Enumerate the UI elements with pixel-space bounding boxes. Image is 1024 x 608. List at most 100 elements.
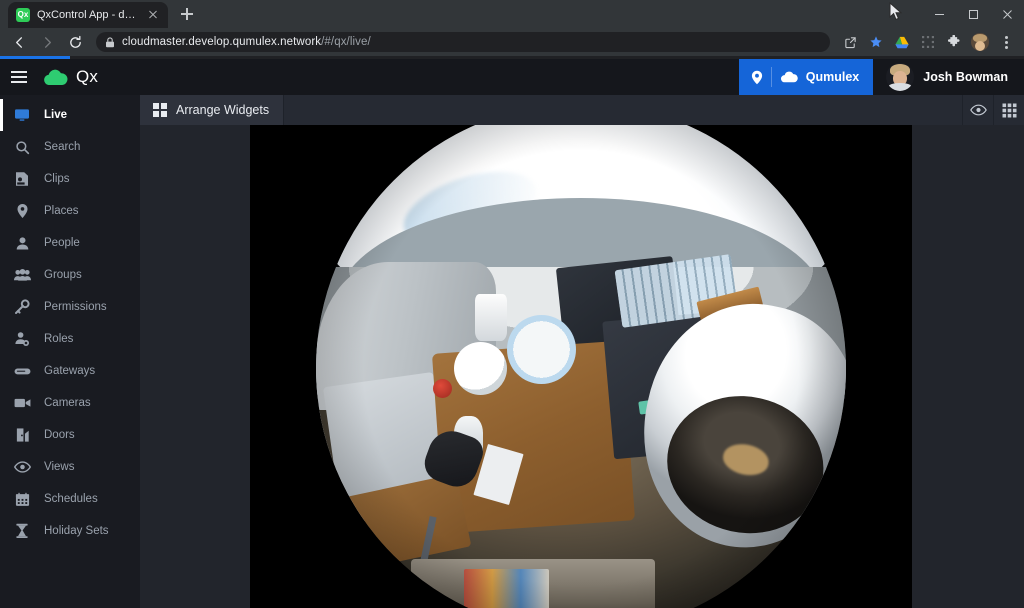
dotted-square-icon[interactable] [916,30,940,54]
lock-icon [105,37,115,48]
layout-grid-nine-icon[interactable] [993,95,1024,125]
qx-application: Qx Qumulex Josh Bowman [0,59,1024,608]
new-tab-button[interactable] [174,1,200,27]
arrange-widgets-label: Arrange Widgets [176,103,269,117]
extensions-puzzle-icon[interactable] [942,30,966,54]
sidebar-label: Cameras [44,397,91,409]
sidebar-item-permissions[interactable]: Permissions [0,291,140,323]
magnifier-icon [0,140,44,155]
bookmark-star-icon[interactable] [864,30,888,54]
browser-toolbar: cloudmaster.develop.qumulex.network/#/qx… [0,28,1024,56]
user-menu[interactable]: Josh Bowman [873,59,1024,95]
location-pin-icon [751,70,763,85]
sidebar-item-cameras[interactable]: Cameras [0,387,140,419]
widget-toolbar-actions [962,95,1024,125]
widget-stage [140,125,1024,608]
main-content: Arrange Widgets [140,95,1024,608]
preview-eye-icon[interactable] [962,95,993,125]
fisheye-stream-image [316,125,846,608]
browser-window: Qx QxControl App - develop [0,0,1024,608]
maximize-button[interactable] [956,0,990,28]
user-name: Josh Bowman [923,70,1008,84]
sidebar-label: Doors [44,429,75,441]
app-header: Qx Qumulex Josh Bowman [0,59,1024,95]
sidebar-item-clips[interactable]: Clips [0,163,140,195]
sidebar-item-groups[interactable]: Groups [0,259,140,291]
gateway-icon [0,365,44,377]
sidebar-item-doors[interactable]: Doors [0,419,140,451]
sidebar-label: Live [44,109,67,121]
minimize-button[interactable] [922,0,956,28]
sidebar-label: Roles [44,333,73,345]
forward-button[interactable] [34,29,60,55]
back-button[interactable] [6,29,32,55]
grid-four-icon [153,103,167,117]
hamburger-menu-icon[interactable] [0,71,38,83]
sidebar-label: Gateways [44,365,95,377]
address-bar-text: cloudmaster.develop.qumulex.network/#/qx… [122,36,371,48]
sidebar-item-live[interactable]: Live [0,99,140,131]
sidebar-item-places[interactable]: Places [0,195,140,227]
door-icon [0,427,44,443]
close-window-button[interactable] [990,0,1024,28]
mouse-cursor [889,2,903,22]
sidebar-item-people[interactable]: People [0,227,140,259]
sidebar-label: Search [44,141,80,153]
profile-avatar-icon[interactable] [968,30,992,54]
widget-toolbar: Arrange Widgets [140,95,1024,125]
window-controls [922,0,1024,28]
sidebar-label: Views [44,461,74,473]
camera-video-widget[interactable] [250,125,912,608]
tab-favicon-icon: Qx [16,8,30,22]
close-icon[interactable] [146,8,160,22]
share-icon[interactable] [838,30,862,54]
sidebar-item-search[interactable]: Search [0,131,140,163]
lens-vignette [316,125,846,608]
person-icon [0,236,44,251]
sidebar-label: People [44,237,80,249]
address-bar[interactable]: cloudmaster.develop.qumulex.network/#/qx… [96,32,830,52]
arrange-widgets-button[interactable]: Arrange Widgets [140,95,284,125]
role-badge-icon [0,331,44,347]
place-divider [771,67,772,87]
place-name: Qumulex [806,70,860,84]
sidebar-label: Places [44,205,79,217]
sidebar-item-schedules[interactable]: Schedules [0,483,140,515]
scene-content [316,125,846,608]
sidebar-label: Holiday Sets [44,525,109,537]
sidebar-label: Schedules [44,493,98,505]
place-selector-button[interactable]: Qumulex [739,59,874,95]
eye-icon [0,461,44,473]
sidebar-item-holiday-sets[interactable]: Holiday Sets [0,515,140,547]
sidebar-label: Groups [44,269,82,281]
hourglass-icon [0,523,44,539]
browser-tab[interactable]: Qx QxControl App - develop [8,2,168,28]
url-path: /#/qx/live/ [321,36,371,48]
url-domain: cloudmaster.develop.qumulex.network [122,36,321,48]
tab-title: QxControl App - develop [37,9,139,21]
chrome-menu-icon[interactable] [994,30,1018,54]
cloud-logo-icon[interactable] [38,69,72,86]
map-pin-icon [0,203,44,219]
stage-right-gutter [918,125,1024,608]
cloud-icon [780,71,798,83]
key-icon [0,299,44,315]
calendar-icon [0,492,44,507]
sidebar-label: Clips [44,173,70,185]
reload-button[interactable] [62,29,88,55]
stage-left-gutter [140,125,250,608]
people-group-icon [0,268,44,282]
tab-strip: Qx QxControl App - develop [0,0,1024,28]
monitor-icon [0,107,44,123]
sidebar-item-views[interactable]: Views [0,451,140,483]
toolbar-icon-group [838,30,1018,54]
sidebar-item-gateways[interactable]: Gateways [0,355,140,387]
user-avatar [886,63,914,91]
video-camera-icon [0,397,44,409]
sidebar-item-roles[interactable]: Roles [0,323,140,355]
app-body: Live Search Clips [0,95,1024,608]
sidebar-label: Permissions [44,301,107,313]
google-drive-icon[interactable] [890,30,914,54]
sidebar-nav: Live Search Clips [0,95,140,608]
app-brand: Qx [72,67,98,87]
